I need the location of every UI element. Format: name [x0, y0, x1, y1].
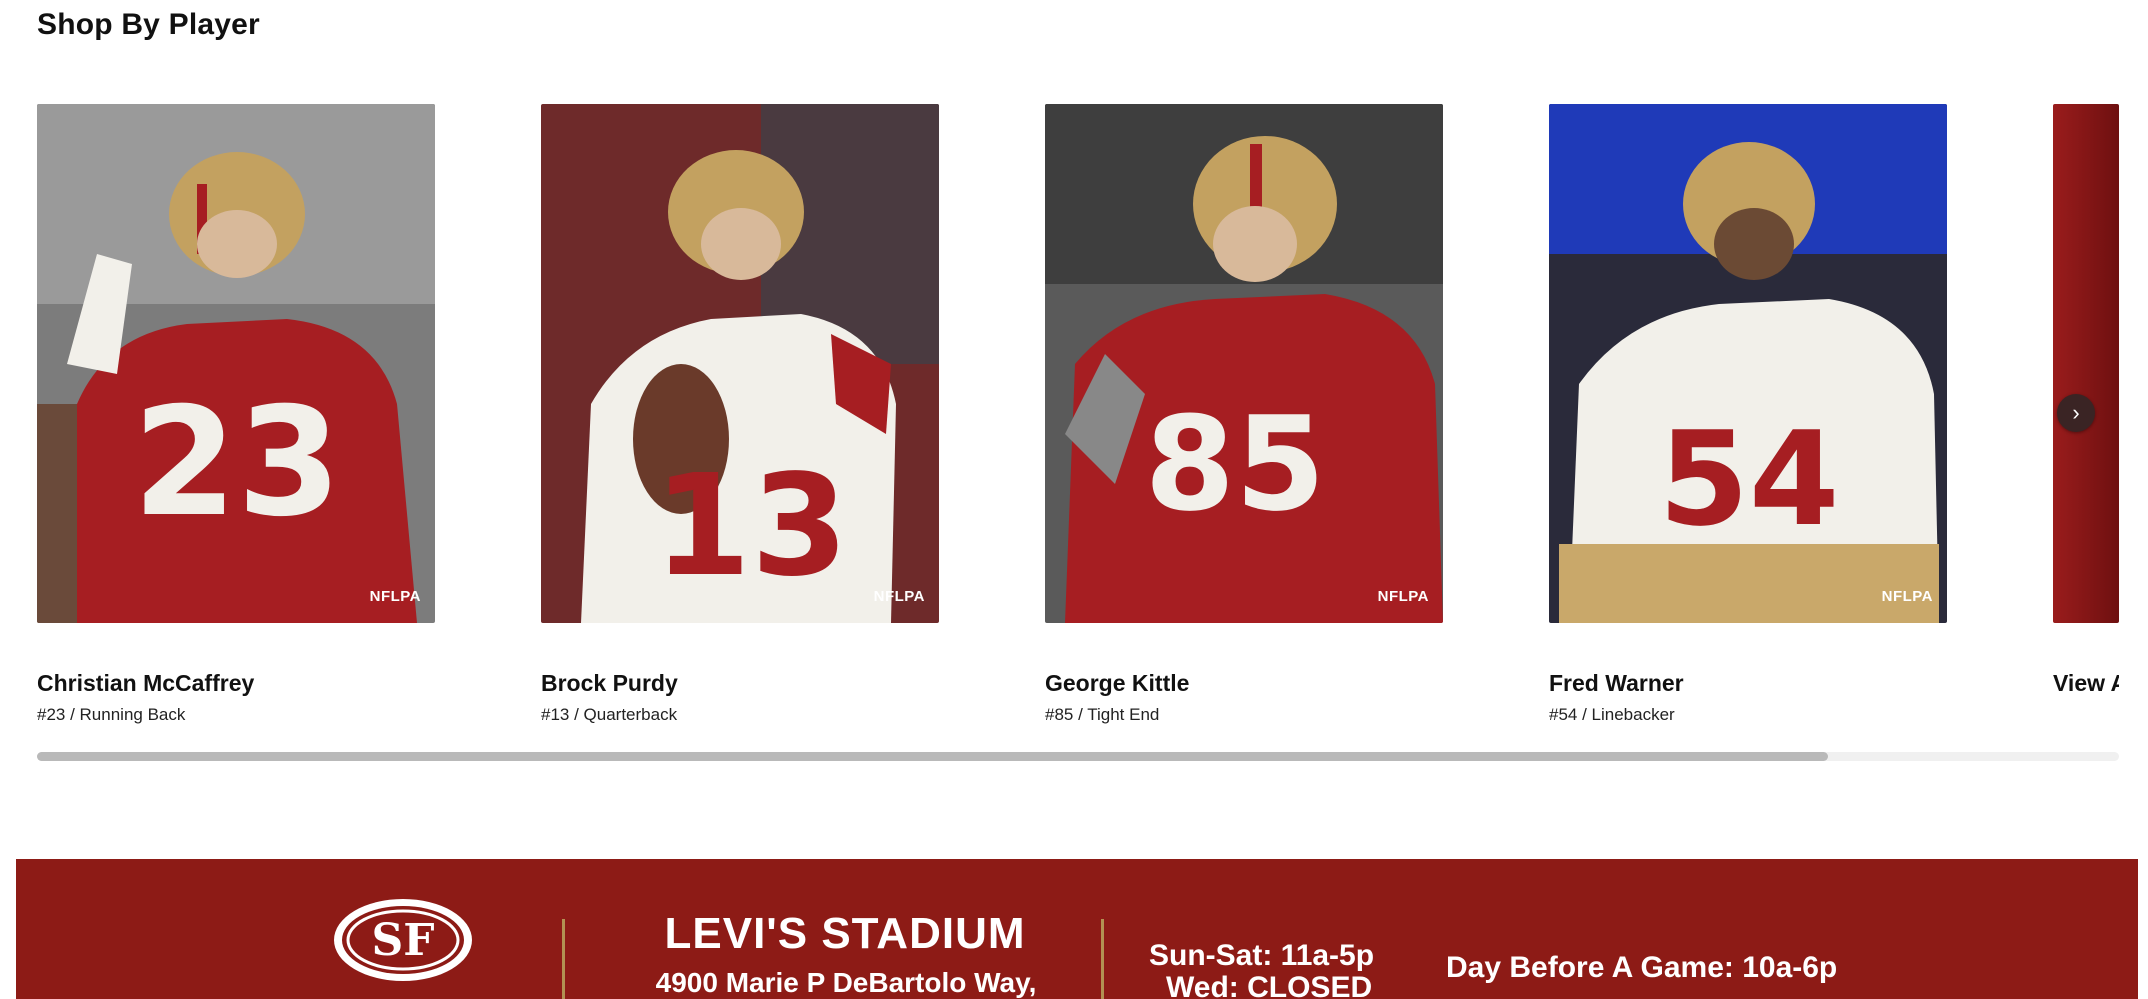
player-photo[interactable]: 23 NFLPA — [37, 104, 435, 623]
player-photo[interactable]: 54 NFLPA — [1549, 104, 1947, 623]
carousel-next-button[interactable]: › — [2057, 394, 2095, 432]
section-title: Shop By Player — [37, 8, 260, 41]
player-name[interactable]: Brock Purdy — [541, 670, 678, 697]
player-detail: #23 / Running Back — [37, 705, 186, 724]
player-card[interactable]: 23 NFLPA Christian McCaffrey #23 / Runni… — [37, 104, 435, 724]
view-all-image[interactable] — [2053, 104, 2119, 623]
scrollbar-thumb[interactable] — [37, 752, 1828, 761]
jersey-number: 54 — [1659, 403, 1840, 555]
divider — [562, 919, 565, 999]
player-photo[interactable]: 13 NFLPA — [541, 104, 939, 623]
hours-line-2: Wed: CLOSED — [1166, 971, 1373, 999]
player-card[interactable]: 54 NFLPA Fred Warner #54 / Linebacker — [1549, 104, 1947, 724]
nflpa-badge: NFLPA — [873, 588, 925, 605]
jersey-number: 13 — [654, 445, 849, 608]
player-name[interactable]: George Kittle — [1045, 670, 1189, 697]
player-detail: #13 / Quarterback — [541, 705, 678, 724]
logo-lettering: SF — [371, 915, 434, 966]
hours-line-1: Sun-Sat: 11a-5p — [1149, 939, 1375, 972]
nflpa-badge: NFLPA — [369, 588, 421, 605]
player-carousel: 23 NFLPA Christian McCaffrey #23 / Runni… — [37, 104, 2119, 744]
player-name[interactable]: Fred Warner — [1549, 670, 1684, 697]
player-detail: #54 / Linebacker — [1549, 705, 1675, 724]
chevron-right-icon: › — [2072, 400, 2080, 425]
carousel-scrollbar[interactable] — [37, 752, 2119, 761]
player-card[interactable]: 13 NFLPA Brock Purdy #13 / Quarterback — [541, 104, 939, 724]
jersey-number: 85 — [1145, 388, 1326, 540]
player-detail: #85 / Tight End — [1045, 705, 1160, 724]
store-info-banner: SF LEVI'S STADIUM 4900 Marie P DeBartolo… — [16, 859, 2138, 999]
view-all-link[interactable]: View A — [2053, 670, 2119, 697]
player-card[interactable]: 85 NFLPA George Kittle #85 / Tight End — [1045, 104, 1443, 724]
player-name[interactable]: Christian McCaffrey — [37, 670, 254, 697]
nflpa-badge: NFLPA — [1881, 588, 1933, 605]
divider — [1101, 919, 1104, 999]
jersey-number: 23 — [133, 376, 342, 550]
game-day-hours: Day Before A Game: 10a-6p — [1446, 951, 1838, 984]
49ers-logo[interactable]: SF — [332, 897, 474, 983]
view-all-card[interactable]: View A — [2053, 104, 2119, 696]
nflpa-badge: NFLPA — [1377, 588, 1429, 605]
stadium-title: LEVI'S STADIUM — [664, 909, 1026, 958]
player-photo[interactable]: 85 NFLPA — [1045, 104, 1443, 623]
stadium-address: 4900 Marie P DeBartolo Way, — [655, 967, 1037, 998]
